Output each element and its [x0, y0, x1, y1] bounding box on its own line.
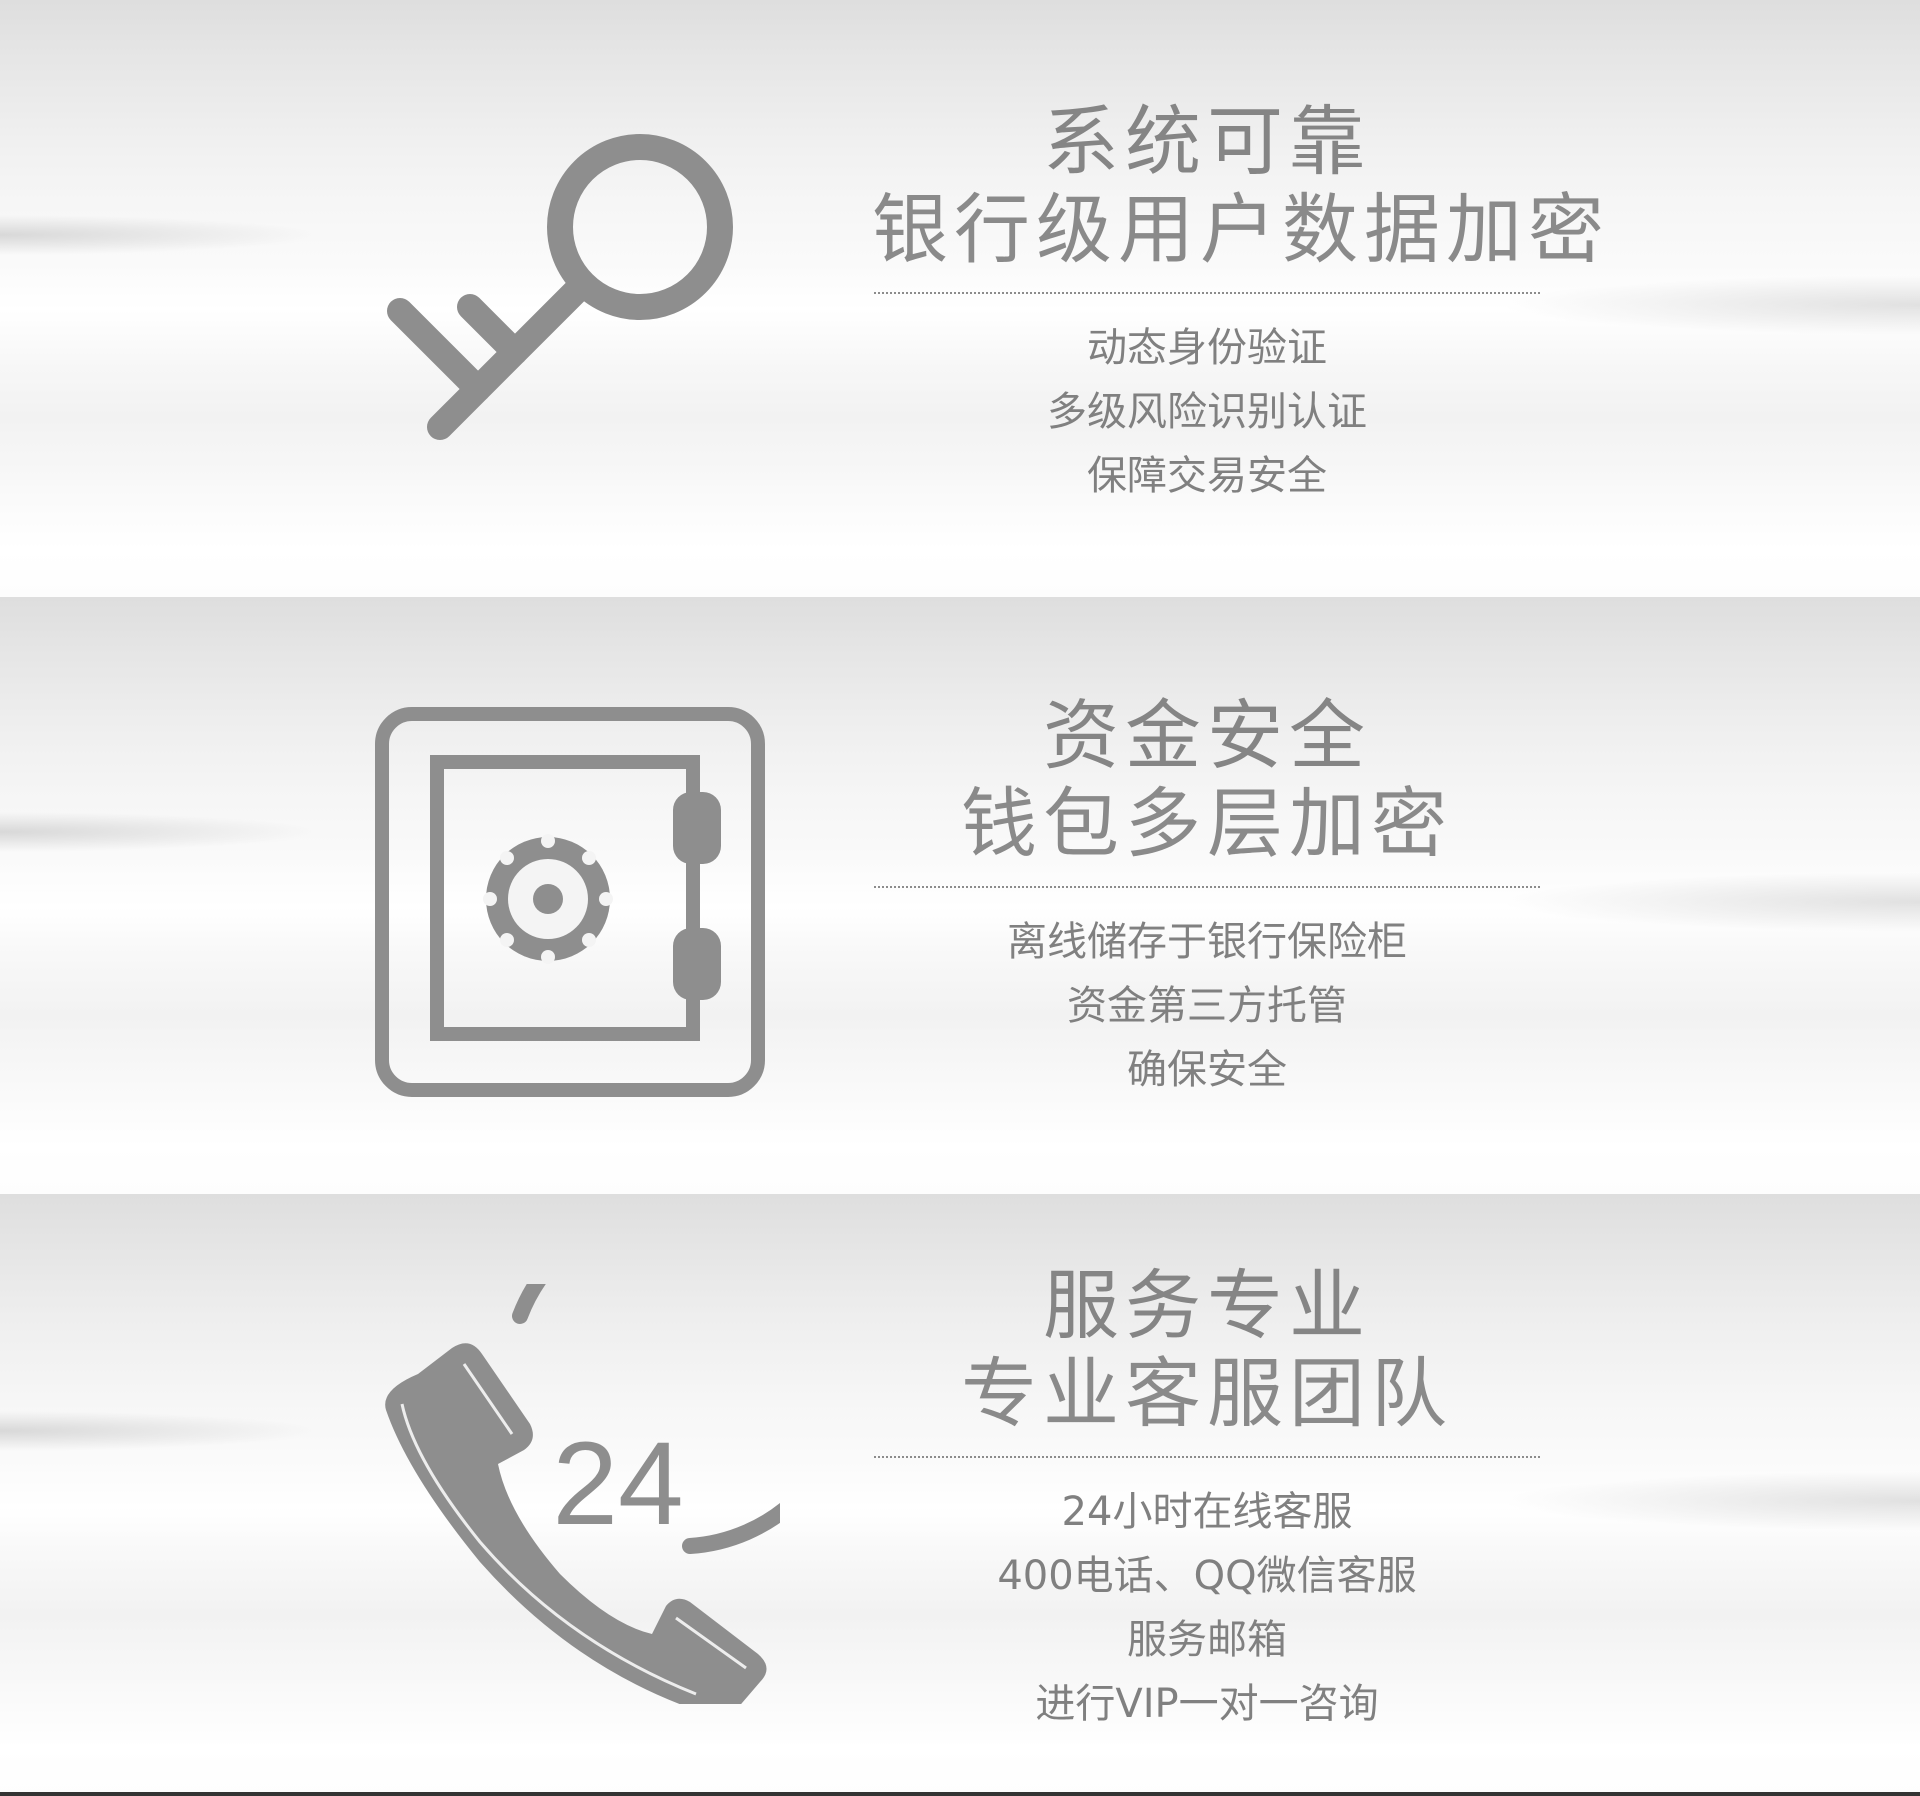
- feature-line: 确保安全: [1127, 1047, 1287, 1093]
- feature-line: 进行VIP一对一咨询: [1035, 1681, 1379, 1727]
- feature-section-service: 24 服务专业 专业客服团队 24小时在线客服 400电话、QQ微信客服 服务邮…: [0, 1194, 1920, 1796]
- key-icon: [360, 92, 780, 512]
- safe-icon: [360, 692, 780, 1112]
- 24-hours-label: 24: [552, 1418, 683, 1550]
- feature-line: 多级风险识别认证: [1047, 389, 1367, 435]
- feature-title: 资金安全: [1043, 691, 1371, 780]
- feature-line: 动态身份验证: [1087, 325, 1327, 371]
- feature-text: 服务专业 专业客服团队 24小时在线客服 400电话、QQ微信客服 服务邮箱 进…: [872, 1262, 1542, 1736]
- feature-subtitle: 钱包多层加密: [961, 779, 1453, 868]
- feature-section-fund-security: 资金安全 钱包多层加密 离线储存于银行保险柜 资金第三方托管 确保安全: [0, 597, 1920, 1194]
- feature-text: 系统可靠 银行级用户数据加密 动态身份验证 多级风险识别认证 保障交易安全: [872, 97, 1610, 508]
- feature-text: 资金安全 钱包多层加密 离线储存于银行保险柜 资金第三方托管 确保安全: [872, 692, 1542, 1102]
- feature-subtitle: 专业客服团队: [961, 1349, 1453, 1438]
- feature-line: 保障交易安全: [1087, 453, 1327, 499]
- feature-section-reliability: 系统可靠 银行级用户数据加密 动态身份验证 多级风险识别认证 保障交易安全: [0, 0, 1920, 597]
- dotted-divider: [874, 1456, 1540, 1458]
- dotted-divider: [874, 886, 1540, 888]
- feature-line: 离线储存于银行保险柜: [1007, 919, 1407, 965]
- features-page: 系统可靠 银行级用户数据加密 动态身份验证 多级风险识别认证 保障交易安全 资金…: [0, 0, 1920, 1796]
- feature-line: 24小时在线客服: [1061, 1489, 1353, 1535]
- phone-24-icon: 24: [360, 1284, 780, 1704]
- bottom-divider: [0, 1792, 1920, 1796]
- feature-line: 400电话、QQ微信客服: [997, 1553, 1417, 1599]
- dotted-divider: [874, 292, 1540, 294]
- feature-line: 资金第三方托管: [1067, 983, 1347, 1029]
- feature-title: 服务专业: [1043, 1261, 1371, 1350]
- feature-title: 系统可靠: [1043, 97, 1371, 186]
- feature-subtitle: 银行级用户数据加密: [872, 185, 1610, 274]
- feature-line: 服务邮箱: [1127, 1617, 1287, 1663]
